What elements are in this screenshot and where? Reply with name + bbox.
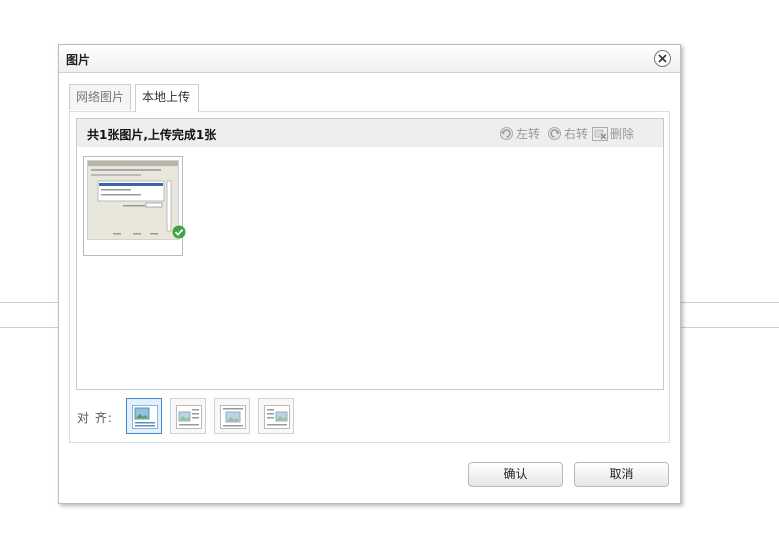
rotate-right-button[interactable]: 右转 — [547, 125, 588, 142]
align-center-icon — [220, 405, 246, 429]
rotate-left-label: 左转 — [516, 127, 541, 141]
upload-toolbar: 共1张图片,上传完成1张 左转 右转 删除 — [77, 119, 663, 147]
align-left-icon — [176, 405, 202, 429]
tab-local-upload[interactable]: 本地上传 — [135, 84, 199, 112]
delete-button[interactable]: 删除 — [592, 125, 634, 142]
dialog-title: 图片 — [66, 53, 91, 67]
rotate-left-icon — [500, 127, 513, 140]
align-none-icon — [132, 405, 158, 429]
rotate-left-button[interactable]: 左转 — [499, 125, 540, 142]
tab-network-image[interactable]: 网络图片 — [69, 84, 131, 110]
confirm-button[interactable]: 确认 — [468, 462, 563, 487]
align-none-button[interactable] — [126, 398, 162, 434]
tab-panel: 共1张图片,上传完成1张 左转 右转 删除 对 齐: — [69, 111, 670, 443]
close-button[interactable] — [654, 50, 671, 67]
align-label: 对 齐: — [77, 411, 113, 425]
image-dialog: 图片 网络图片 本地上传 共1张图片,上传完成1张 左转 右转 删除 对 齐: … — [58, 44, 681, 504]
uploaded-image-thumbnail[interactable] — [83, 156, 186, 256]
upload-success-check-icon — [172, 225, 186, 239]
image-preview — [87, 160, 179, 240]
align-center-button[interactable] — [214, 398, 250, 434]
align-left-button[interactable] — [170, 398, 206, 434]
upload-status: 共1张图片,上传完成1张 — [87, 128, 217, 142]
delete-icon — [592, 126, 608, 141]
cancel-button[interactable]: 取消 — [574, 462, 669, 487]
upload-area: 共1张图片,上传完成1张 左转 右转 删除 — [76, 118, 664, 390]
rotate-right-label: 右转 — [564, 127, 589, 141]
rotate-right-icon — [548, 127, 561, 140]
align-right-button[interactable] — [258, 398, 294, 434]
align-right-icon — [264, 405, 290, 429]
delete-label: 删除 — [610, 127, 635, 141]
dialog-titlebar: 图片 — [59, 45, 680, 73]
close-icon — [658, 54, 667, 63]
